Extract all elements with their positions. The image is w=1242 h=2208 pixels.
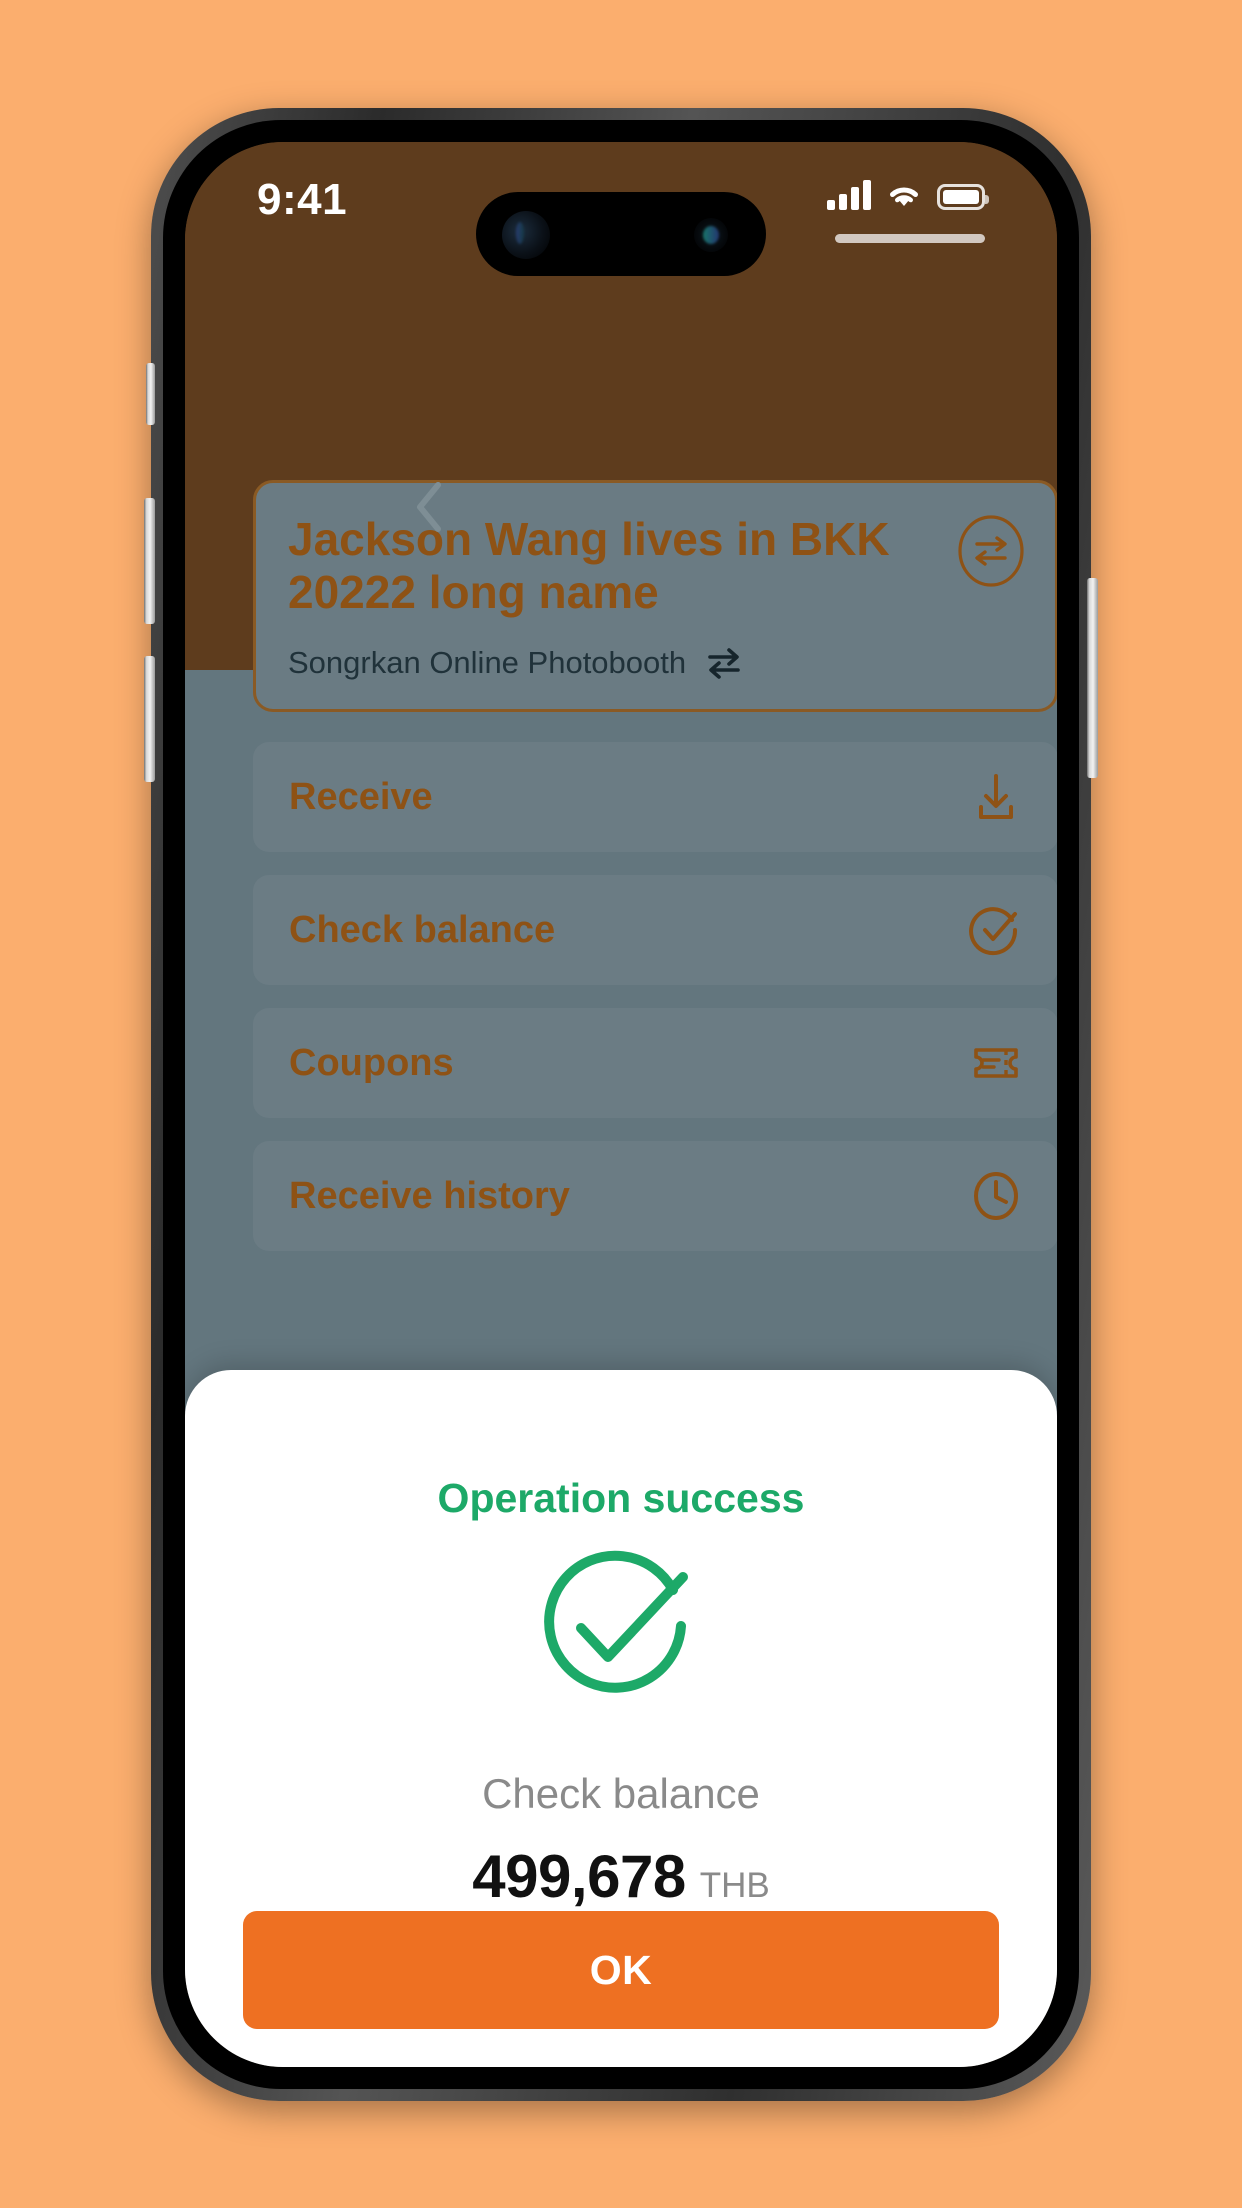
success-check-circle-icon [544, 1550, 688, 1693]
power-button[interactable] [1087, 578, 1098, 778]
swap-arrows-icon[interactable] [702, 643, 746, 683]
silent-switch-button[interactable] [146, 363, 155, 425]
clock-icon [974, 1172, 1018, 1220]
menu-list: Receive Check balance Coupons Receive hi… [253, 742, 1057, 1251]
menu-item-label: Coupons [289, 1041, 454, 1084]
menu-item-label: Check balance [289, 908, 556, 951]
check-circle-icon [969, 907, 1018, 956]
balance-caption: Check balance [482, 1770, 760, 1817]
success-sheet: Operation success Check balance 499,678 … [185, 1370, 1057, 2067]
phone-frame: 9:41 Jackson Wang lives in BKK 20222 lon… [144, 108, 1098, 2101]
face-id-sensor-icon [694, 218, 728, 252]
balance-amount: 499,678 [472, 1843, 686, 1910]
front-camera-lens-icon [502, 211, 550, 259]
menu-item-receive[interactable]: Receive [253, 742, 1057, 852]
success-title: Operation success [437, 1475, 805, 1521]
success-icon-container [185, 1550, 1057, 1716]
menu-item-receive-history[interactable]: Receive history [253, 1141, 1057, 1251]
menu-item-coupons[interactable]: Coupons [253, 1008, 1057, 1118]
status-bar-time: 9:41 [257, 175, 348, 224]
volume-down-button[interactable] [144, 656, 155, 782]
status-bar-underline [835, 234, 985, 243]
ok-button[interactable]: OK [243, 1911, 999, 2029]
ticket-icon [974, 1048, 1018, 1078]
balance-amount-row: 499,678 THB [185, 1842, 1057, 1911]
profile-card[interactable]: Jackson Wang lives in BKK 20222 long nam… [253, 480, 1057, 712]
chevron-left-icon [417, 482, 441, 532]
volume-up-button[interactable] [144, 498, 155, 624]
wifi-icon [890, 187, 918, 206]
menu-item-label: Receive [289, 775, 433, 818]
profile-subtitle: Songrkan Online Photobooth [288, 645, 687, 680]
profile-subtitle-row[interactable]: Songrkan Online Photobooth [288, 643, 746, 683]
balance-currency: THB [699, 1866, 770, 1905]
battery-icon [937, 184, 989, 210]
download-icon [979, 774, 1013, 819]
swap-arrows-circle-icon[interactable] [955, 515, 1027, 587]
dynamic-island [476, 192, 766, 276]
cellular-signal-icon [827, 180, 871, 210]
menu-item-check-balance[interactable]: Check balance [253, 875, 1057, 985]
phone-screen: 9:41 Jackson Wang lives in BKK 20222 lon… [185, 142, 1057, 2067]
phone-bezel: 9:41 Jackson Wang lives in BKK 20222 lon… [163, 120, 1079, 2089]
back-button[interactable] [385, 462, 475, 552]
menu-item-label: Receive history [289, 1174, 570, 1217]
status-bar-indicators [827, 180, 989, 210]
